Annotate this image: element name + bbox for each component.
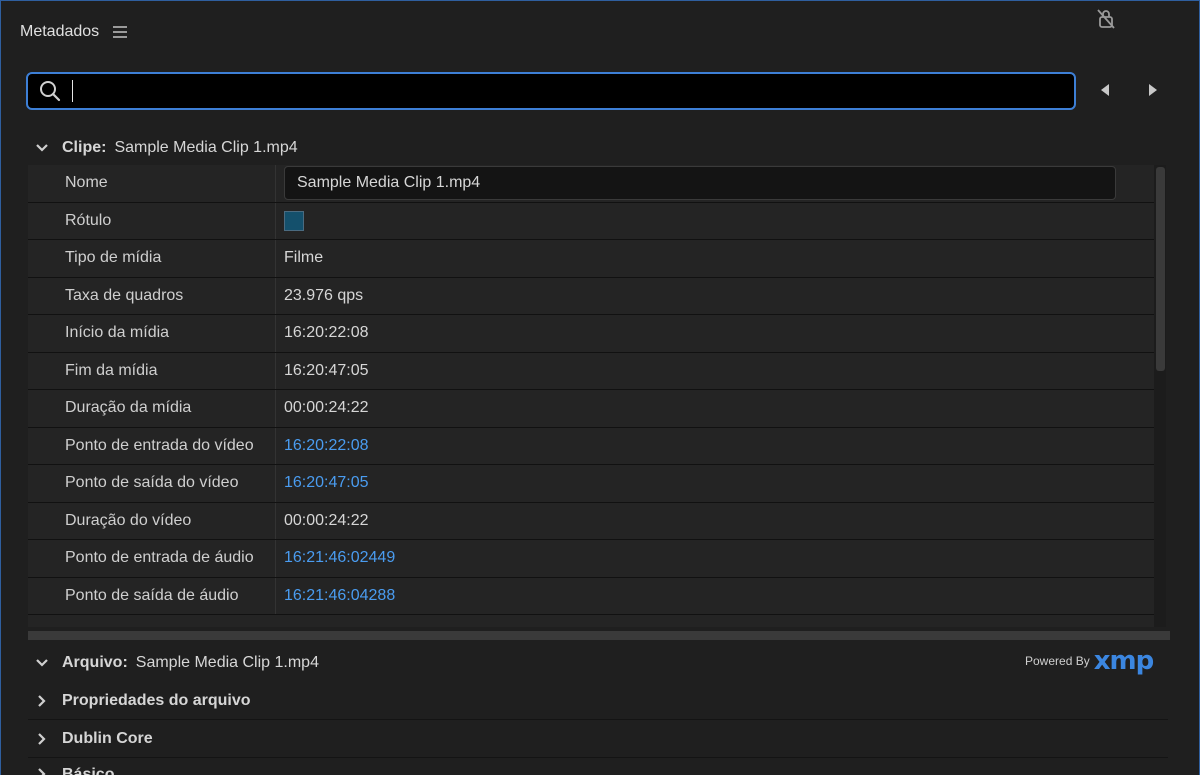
name-field[interactable]: Sample Media Clip 1.mp4 xyxy=(284,166,1116,201)
section-divider[interactable] xyxy=(28,631,1170,640)
row-value: Sample Media Clip 1.mp4 xyxy=(276,165,1154,202)
row-value-link[interactable]: 16:20:22:08 xyxy=(276,428,1154,465)
subsection-label: Propriedades do arquivo xyxy=(62,691,251,709)
table-row: Ponto de entrada de áudio 16:21:46:02449 xyxy=(28,540,1154,578)
table-row: Início da mídia 16:20:22:08 xyxy=(28,315,1154,353)
row-value: 16:20:47:05 xyxy=(284,361,369,379)
search-box[interactable] xyxy=(26,72,1076,110)
file-section-label: Arquivo: xyxy=(62,654,128,671)
table-row: Nome Sample Media Clip 1.mp4 xyxy=(28,165,1154,203)
row-value: 00:00:24:22 xyxy=(284,399,369,417)
subsection-basic[interactable]: Básico xyxy=(28,758,1168,775)
unlink-lock-icon[interactable] xyxy=(1096,8,1116,30)
clip-section-label: Clipe: xyxy=(62,139,107,156)
table-row: Ponto de saída do vídeo 16:20:47:05 xyxy=(28,465,1154,503)
table-row: Duração do vídeo 00:00:24:22 xyxy=(28,502,1154,540)
row-value-link[interactable]: 16:20:47:05 xyxy=(276,465,1154,502)
row-label: Taxa de quadros xyxy=(28,277,276,314)
row-value: Filme xyxy=(284,249,324,267)
chevron-right-icon xyxy=(38,694,46,707)
file-section-value: Sample Media Clip 1.mp4 xyxy=(135,654,319,671)
table-row: Taxa de quadros 23.976 qps xyxy=(28,277,1154,315)
previous-arrow-icon[interactable] xyxy=(1098,82,1112,98)
row-label: Duração da mídia xyxy=(28,390,276,427)
clip-section-header[interactable]: Clipe: Sample Media Clip 1.mp4 xyxy=(28,131,298,165)
label-color-swatch[interactable] xyxy=(284,210,304,231)
panel-header: Metadados xyxy=(20,20,128,44)
chevron-right-icon xyxy=(38,732,46,745)
table-row: Ponto de entrada do vídeo 16:20:22:08 xyxy=(28,427,1154,465)
table-row: Duração da mídia 00:00:24:22 xyxy=(28,390,1154,428)
row-label: Rótulo xyxy=(28,202,276,239)
row-label: Tipo de mídia xyxy=(28,240,276,277)
subsection-dublin-core[interactable]: Dublin Core xyxy=(28,720,1168,758)
row-label: Início da mídia xyxy=(28,315,276,352)
subsection-label: Dublin Core xyxy=(62,729,153,747)
table-row: Rótulo xyxy=(28,202,1154,240)
subsection-label: Básico xyxy=(62,766,115,775)
row-value-link[interactable]: 16:21:46:04288 xyxy=(276,578,1154,615)
table-row: Fim da mídia 16:20:47:05 xyxy=(28,352,1154,390)
row-value: 23.976 qps xyxy=(284,286,364,304)
row-value: 16:20:22:08 xyxy=(284,324,369,342)
subsection-file-properties[interactable]: Propriedades do arquivo xyxy=(28,682,1168,720)
table-scrollbar[interactable] xyxy=(1154,165,1166,627)
row-label: Fim da mídia xyxy=(28,352,276,389)
row-label: Ponto de entrada de áudio xyxy=(28,540,276,577)
table-row-partial xyxy=(28,615,1154,627)
next-arrow-icon[interactable] xyxy=(1146,82,1160,98)
row-value-link[interactable]: 16:21:46:02449 xyxy=(276,540,1154,577)
row-label: Ponto de saída do vídeo xyxy=(28,465,276,502)
xmp-logo: xmp xyxy=(1093,646,1154,676)
row-value xyxy=(276,203,1154,240)
table-row: Tipo de mídia Filme xyxy=(28,240,1154,278)
metadata-table: Nome Sample Media Clip 1.mp4 Rótulo Tipo… xyxy=(28,165,1168,627)
search-icon xyxy=(40,81,61,102)
table-row: Ponto de saída de áudio 16:21:46:04288 xyxy=(28,577,1154,615)
panel-title: Metadados xyxy=(20,23,100,40)
powered-by-text: Powered By xyxy=(1025,654,1090,668)
chevron-down-icon xyxy=(36,144,48,152)
row-value: 00:00:24:22 xyxy=(284,511,369,529)
row-label: Nome xyxy=(28,165,276,202)
search-input[interactable] xyxy=(62,74,1074,108)
chevron-down-icon xyxy=(36,659,48,667)
text-caret xyxy=(72,80,73,102)
row-label: Ponto de entrada do vídeo xyxy=(28,427,276,464)
file-section-header[interactable]: Arquivo: Sample Media Clip 1.mp4 xyxy=(28,646,319,680)
chevron-right-icon xyxy=(38,768,46,775)
row-label: Duração do vídeo xyxy=(28,502,276,539)
scrollbar-thumb[interactable] xyxy=(1156,167,1165,371)
clip-section-value: Sample Media Clip 1.mp4 xyxy=(114,139,298,156)
row-label: Ponto de saída de áudio xyxy=(28,577,276,614)
panel-menu-icon[interactable] xyxy=(113,26,128,38)
powered-by-xmp: Powered By xmp xyxy=(1025,646,1154,676)
